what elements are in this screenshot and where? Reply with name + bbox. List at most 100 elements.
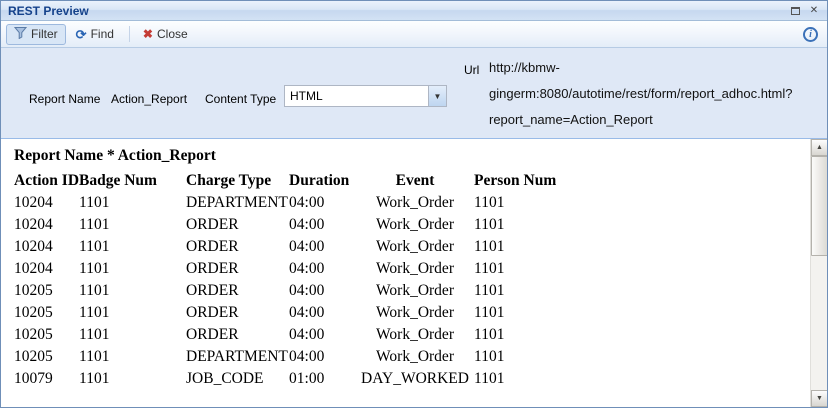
rest-preview-window: REST Preview ✕ Filter ⟳ Find ✖ Close i: [0, 0, 828, 408]
table-cell: 1101: [79, 192, 186, 214]
column-header: Action ID: [14, 170, 79, 192]
table-row: 102051101DEPARTMENT04:00Work_Order1101: [14, 346, 574, 368]
table-cell: 04:00: [289, 302, 356, 324]
table-cell: 1101: [79, 280, 186, 302]
scroll-up-icon: ▲: [816, 144, 823, 151]
chevron-down-icon[interactable]: ▼: [428, 86, 446, 106]
table-cell: ORDER: [186, 280, 289, 302]
table-cell: Work_Order: [356, 324, 474, 346]
table-cell: 01:00: [289, 368, 356, 390]
table-row: 102041101ORDER04:00Work_Order1101: [14, 214, 574, 236]
table-cell: 1101: [474, 324, 574, 346]
scroll-up-button[interactable]: ▲: [811, 139, 827, 156]
table-cell: 04:00: [289, 258, 356, 280]
report-table-body: 102041101DEPARTMENT04:00Work_Order110110…: [14, 192, 574, 390]
scroll-down-icon: ▼: [816, 395, 823, 402]
table-cell: 10205: [14, 324, 79, 346]
table-cell: DEPARTMENT: [186, 192, 289, 214]
table-cell: 04:00: [289, 192, 356, 214]
window-close-icon: ✕: [810, 5, 818, 16]
table-row: 102041101ORDER04:00Work_Order1101: [14, 236, 574, 258]
find-button-label: Find: [91, 27, 114, 41]
report-name-value: Action_Report: [111, 92, 187, 106]
info-icon[interactable]: i: [803, 27, 818, 42]
maximize-icon: [791, 7, 800, 15]
find-icon: ⟳: [76, 28, 87, 41]
column-header: Badge Num: [79, 170, 186, 192]
filter-button-label: Filter: [31, 27, 58, 41]
table-cell: 1101: [79, 346, 186, 368]
close-button-label: Close: [157, 27, 188, 41]
table-cell: 04:00: [289, 214, 356, 236]
rendered-report: Report Name * Action_Report Action IDBad…: [1, 139, 810, 407]
find-button[interactable]: ⟳ Find: [68, 24, 122, 45]
table-cell: 1101: [79, 214, 186, 236]
form-panel: Report Name Action_Report Content Type H…: [1, 48, 827, 139]
table-cell: Work_Order: [356, 302, 474, 324]
table-cell: 04:00: [289, 324, 356, 346]
table-cell: 1101: [79, 236, 186, 258]
report-title: Report Name * Action_Report: [14, 144, 806, 168]
titlebar: REST Preview ✕: [1, 1, 827, 21]
table-row: 102051101ORDER04:00Work_Order1101: [14, 302, 574, 324]
filter-icon: [14, 26, 27, 42]
table-cell: 10205: [14, 346, 79, 368]
window-close-button[interactable]: ✕: [806, 3, 822, 18]
table-cell: 1101: [79, 258, 186, 280]
content-type-value: HTML: [285, 86, 428, 106]
table-cell: 10204: [14, 236, 79, 258]
toolbar: Filter ⟳ Find ✖ Close i: [1, 21, 827, 48]
report-preview-area: Report Name * Action_Report Action IDBad…: [1, 139, 827, 407]
table-cell: 1101: [79, 302, 186, 324]
column-header: Charge Type: [186, 170, 289, 192]
url-value: http://kbmw-gingerm:8080/autotime/rest/f…: [489, 55, 823, 133]
table-cell: DAY_WORKED: [356, 368, 474, 390]
vertical-scrollbar[interactable]: ▲ ▼: [810, 139, 827, 407]
table-cell: DEPARTMENT: [186, 346, 289, 368]
table-row: 102051101ORDER04:00Work_Order1101: [14, 280, 574, 302]
table-cell: ORDER: [186, 236, 289, 258]
table-cell: Work_Order: [356, 236, 474, 258]
table-cell: JOB_CODE: [186, 368, 289, 390]
table-cell: Work_Order: [356, 192, 474, 214]
table-cell: 10205: [14, 280, 79, 302]
table-row: 102041101DEPARTMENT04:00Work_Order1101: [14, 192, 574, 214]
content-type-combo[interactable]: HTML ▼: [284, 85, 447, 107]
table-cell: 1101: [474, 258, 574, 280]
column-header: Event: [356, 170, 474, 192]
report-name-label: Report Name: [29, 92, 100, 106]
table-cell: Work_Order: [356, 280, 474, 302]
table-row: 102041101ORDER04:00Work_Order1101: [14, 258, 574, 280]
table-cell: ORDER: [186, 214, 289, 236]
table-cell: ORDER: [186, 258, 289, 280]
table-cell: 04:00: [289, 236, 356, 258]
table-cell: 1101: [474, 192, 574, 214]
table-cell: ORDER: [186, 324, 289, 346]
table-cell: 1101: [474, 346, 574, 368]
scrollbar-thumb[interactable]: [811, 156, 827, 256]
table-row: 100791101JOB_CODE01:00DAY_WORKED1101: [14, 368, 574, 390]
scroll-down-button[interactable]: ▼: [811, 390, 827, 407]
table-cell: 1101: [79, 368, 186, 390]
report-table: Action IDBadge NumCharge TypeDurationEve…: [14, 170, 574, 390]
url-label: Url: [464, 63, 479, 77]
table-cell: 10204: [14, 258, 79, 280]
table-cell: 1101: [474, 302, 574, 324]
table-cell: ORDER: [186, 302, 289, 324]
maximize-button[interactable]: [787, 3, 803, 18]
table-cell: Work_Order: [356, 214, 474, 236]
table-cell: 04:00: [289, 346, 356, 368]
column-header: Duration: [289, 170, 356, 192]
table-cell: 1101: [474, 236, 574, 258]
table-cell: 10079: [14, 368, 79, 390]
table-cell: 1101: [474, 280, 574, 302]
filter-button[interactable]: Filter: [6, 24, 66, 45]
toolbar-separator: [129, 26, 130, 42]
close-button[interactable]: ✖ Close: [135, 24, 196, 45]
table-cell: 10204: [14, 192, 79, 214]
table-cell: Work_Order: [356, 258, 474, 280]
report-table-head: Action IDBadge NumCharge TypeDurationEve…: [14, 170, 574, 192]
close-icon: ✖: [143, 28, 153, 40]
table-cell: 1101: [79, 324, 186, 346]
table-row: 102051101ORDER04:00Work_Order1101: [14, 324, 574, 346]
